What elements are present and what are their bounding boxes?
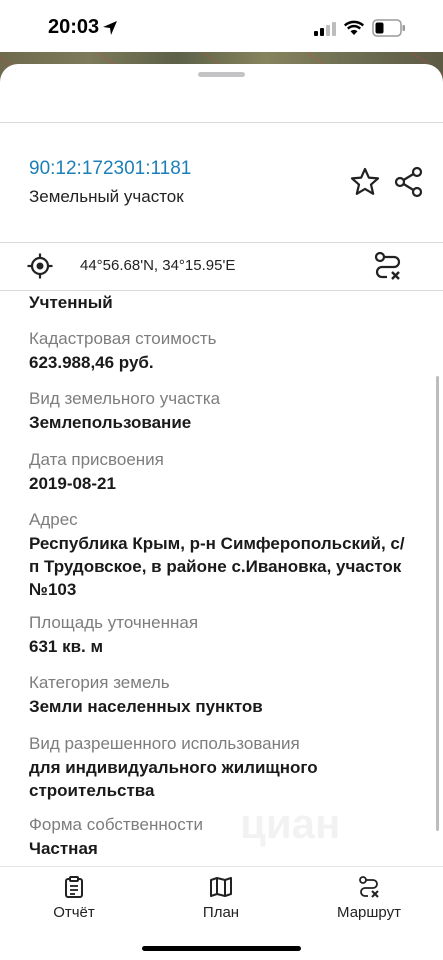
land-category-label: Категория земель (29, 673, 170, 692)
battery-icon (372, 19, 405, 37)
crosshair-location-icon[interactable] (27, 253, 53, 279)
tab-report[interactable]: Отчёт (14, 876, 134, 926)
cadastral-number-link[interactable]: 90:12:172301:1181 (29, 158, 191, 180)
status-bar: 20:03 (0, 0, 443, 52)
object-type: Земельный участок (29, 187, 184, 206)
signal-icon (314, 22, 336, 36)
permitted-use-value: для индивидуального жилищного строительс… (29, 758, 318, 800)
permitted-use-label: Вид разрешенного использования (29, 734, 300, 753)
map-icon (210, 877, 232, 897)
ownership-label: Форма собственности (29, 815, 203, 834)
parcel-kind-value: Землепользование (29, 413, 192, 432)
ownership-value: Частная (29, 839, 98, 858)
status-time: 20:03 (48, 16, 100, 38)
favorite-star-icon[interactable] (349, 167, 381, 197)
cadastral-cost-label: Кадастровая стоимость (29, 329, 217, 348)
parcel-kind-label: Вид земельного участка (29, 389, 221, 408)
route-icon[interactable] (373, 251, 403, 281)
clipboard-icon (65, 876, 83, 898)
area-value: 631 кв. м (29, 637, 104, 656)
land-category-value: Земли населенных пунктов (29, 697, 263, 716)
cian-watermark: циан (240, 800, 341, 847)
tab-route[interactable]: Маршрут (309, 876, 429, 926)
tab-plan-label: План (202, 904, 240, 921)
sheet-grabber[interactable] (198, 72, 245, 77)
assignment-date-label: Дата присвоения (29, 450, 164, 469)
assignment-date-value: 2019-08-21 (29, 474, 116, 493)
address-value: Республика Крым, р-н Симферопольский, с/… (29, 534, 405, 599)
share-icon[interactable] (394, 166, 424, 198)
status-value: Учтенный (29, 293, 113, 312)
coordinates-text: 44°56.68'N, 34°15.95'E (80, 257, 236, 274)
scrollbar[interactable] (436, 376, 439, 831)
wifi-icon (343, 20, 365, 35)
cadastral-cost-value: 623.988,46 руб. (29, 353, 154, 372)
tab-report-label: Отчёт (53, 904, 95, 921)
home-indicator[interactable] (142, 946, 301, 951)
route-icon (359, 876, 379, 898)
location-arrow-icon (103, 21, 117, 35)
address-label: Адрес (29, 510, 78, 529)
area-label: Площадь уточненная (29, 613, 199, 632)
tab-plan[interactable]: План (161, 876, 281, 926)
tab-route-label: Маршрут (337, 904, 401, 921)
